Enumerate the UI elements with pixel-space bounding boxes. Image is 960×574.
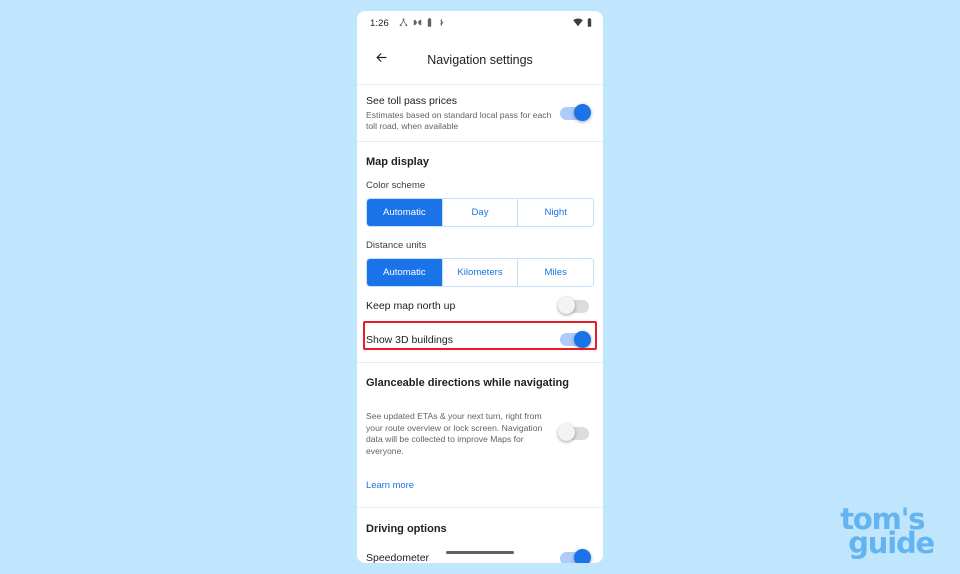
header-map-display: Map display: [366, 156, 429, 168]
segment-distance-units-automatic[interactable]: Automatic: [367, 259, 442, 286]
toggle-thumb: [574, 549, 591, 563]
back-button[interactable]: [368, 47, 394, 73]
bluetooth-sharing-icon: [437, 14, 446, 32]
app-bar: Navigation settings: [357, 35, 603, 84]
segmented-color-scheme: Automatic Day Night: [366, 198, 594, 227]
status-bar-right: [573, 14, 592, 32]
toggle-glanceable-directions[interactable]: [558, 424, 589, 441]
learn-more-link[interactable]: Learn more: [357, 479, 423, 490]
row-toll-pass-title: See toll pass prices: [366, 94, 458, 107]
toggle-show-3d-buildings[interactable]: [560, 330, 591, 348]
row-glanceable-directions-description: See updated ETAs & your next turn, right…: [366, 411, 543, 456]
row-keep-map-north-up-text: Keep map north up: [366, 299, 560, 313]
segment-color-scheme-automatic[interactable]: Automatic: [367, 199, 442, 226]
toggle-thumb: [558, 297, 575, 314]
home-indicator[interactable]: [446, 550, 514, 554]
row-glanceable-directions-text: See updated ETAs & your next turn, right…: [366, 409, 560, 457]
segment-color-scheme-night[interactable]: Night: [517, 199, 593, 226]
label-color-scheme: Color scheme: [366, 180, 426, 191]
section-map-display: Map display Color scheme Automatic Day N…: [357, 142, 603, 362]
status-bar-left: 1:26: [370, 14, 573, 32]
header-driving-options: Driving options: [366, 523, 447, 535]
toms-guide-watermark: tom's guide: [840, 505, 935, 561]
section-driving-options: Driving options Speedometer: [357, 508, 603, 563]
row-show-3d-buildings[interactable]: Show 3D buildings: [357, 325, 603, 354]
row-toll-pass-text: See toll pass prices Estimates based on …: [366, 94, 560, 133]
toggle-thumb: [574, 104, 591, 121]
row-glanceable-directions[interactable]: See updated ETAs & your next turn, right…: [357, 389, 603, 457]
share-nodes-icon: [399, 14, 408, 32]
phone-screen: 1:26 Navigation settings See toll pass p…: [357, 11, 603, 563]
toggle-thumb: [574, 330, 591, 348]
segment-distance-units-miles[interactable]: Miles: [517, 259, 593, 286]
toggle-thumb: [558, 424, 575, 441]
watermark-line-2: guide: [848, 526, 935, 561]
toggle-toll-pass[interactable]: [560, 104, 591, 121]
row-keep-map-north-up[interactable]: Keep map north up: [357, 287, 603, 325]
status-bar-clock: 1:26: [370, 17, 389, 29]
battery-icon: [587, 14, 592, 32]
toggle-speedometer[interactable]: [560, 549, 591, 563]
section-toll-pass: See toll pass prices Estimates based on …: [357, 85, 603, 141]
segmented-distance-units: Automatic Kilometers Miles: [366, 258, 594, 287]
segment-color-scheme-day[interactable]: Day: [441, 199, 518, 226]
wifi-icon: [573, 14, 583, 32]
battery-saver-icon: [427, 14, 432, 32]
row-speedometer[interactable]: Speedometer: [357, 535, 603, 563]
row-show-3d-buildings-title: Show 3D buildings: [366, 333, 453, 346]
label-distance-units: Distance units: [366, 240, 427, 251]
header-glanceable-directions: Glanceable directions while navigating: [366, 377, 569, 389]
row-toll-pass-subtitle: Estimates based on standard local pass f…: [366, 109, 552, 132]
row-show-3d-buildings-text: Show 3D buildings: [366, 333, 560, 347]
row-keep-map-north-up-title: Keep map north up: [366, 300, 456, 312]
segment-distance-units-kilometers[interactable]: Kilometers: [441, 259, 518, 286]
row-toll-pass[interactable]: See toll pass prices Estimates based on …: [357, 85, 603, 141]
do-not-disturb-icon: [413, 14, 422, 32]
status-bar: 1:26: [357, 11, 603, 35]
toggle-keep-map-north-up[interactable]: [558, 297, 589, 314]
section-glanceable-directions: Glanceable directions while navigating S…: [357, 363, 603, 507]
arrow-left-icon: [374, 50, 389, 70]
